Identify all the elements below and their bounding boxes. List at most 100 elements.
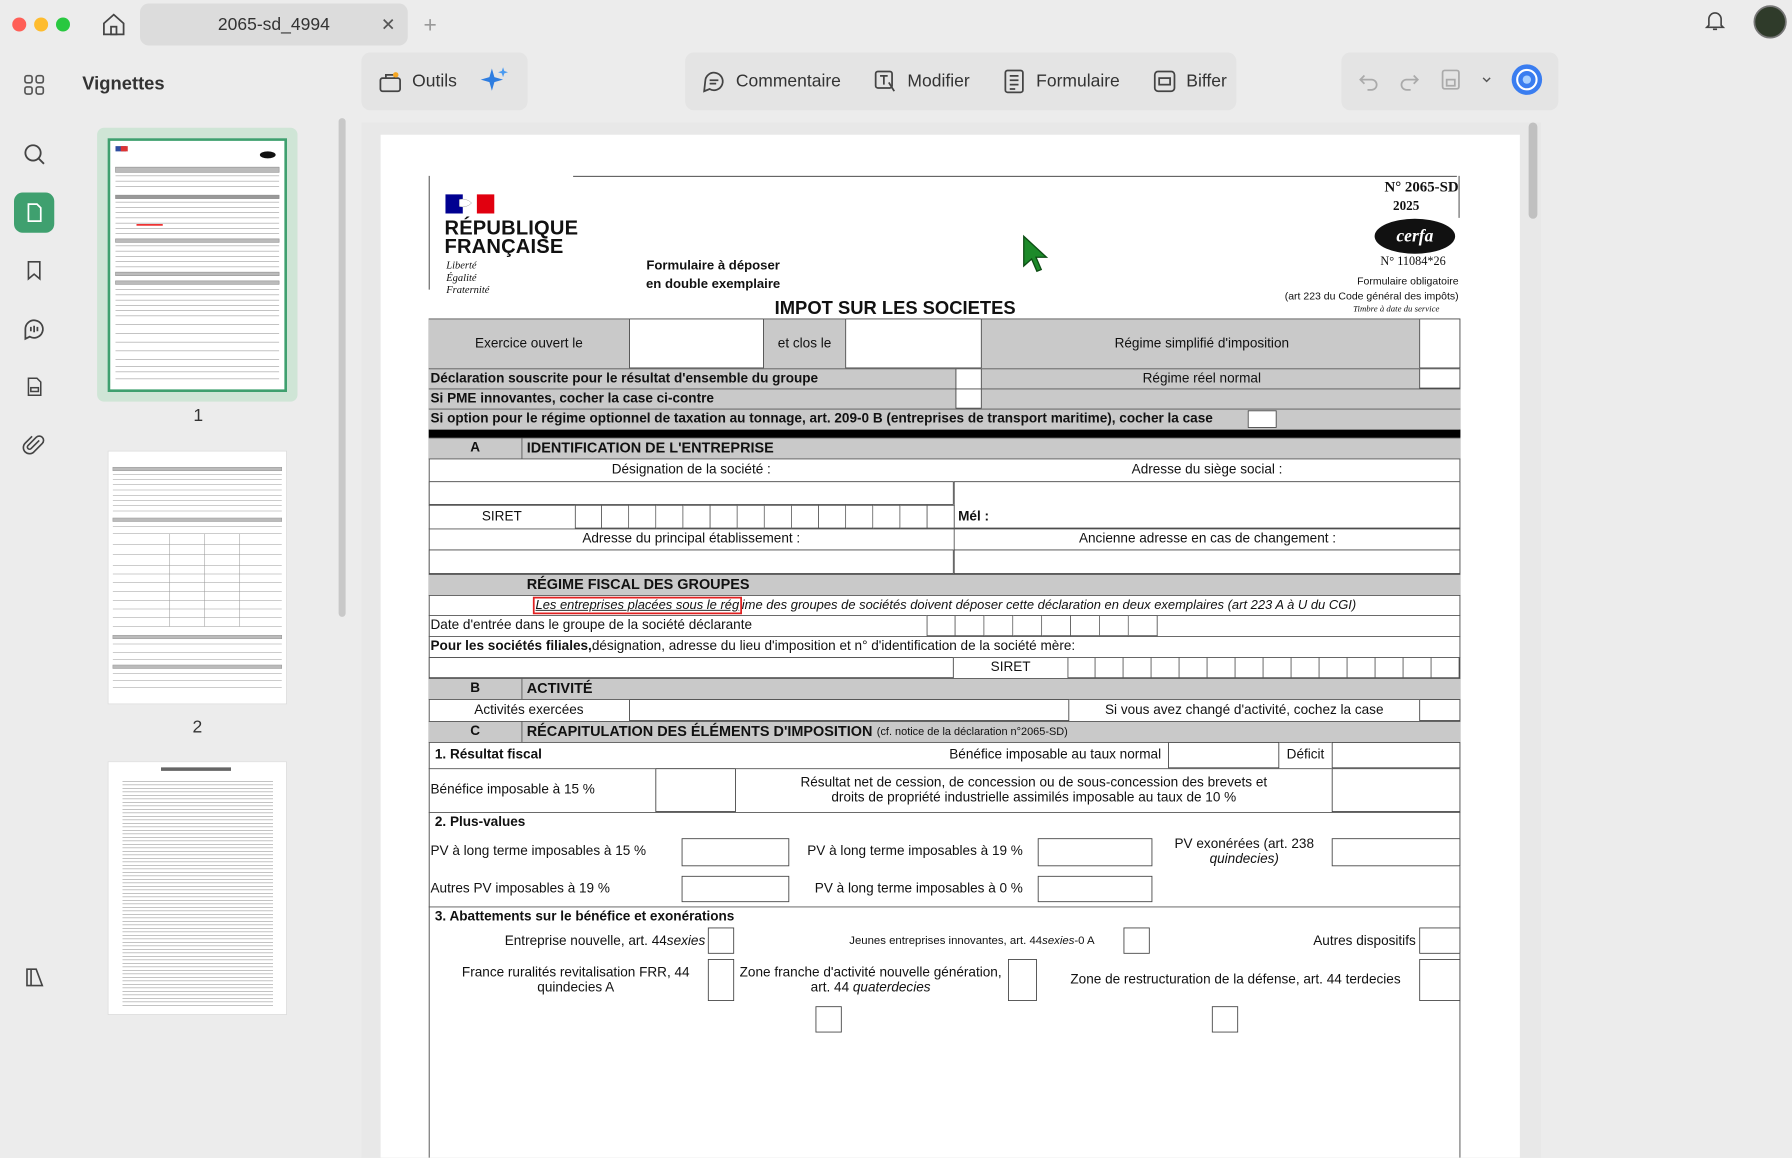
next-checkbox-1[interactable] xyxy=(815,1006,842,1033)
digit-box[interactable] xyxy=(656,504,684,529)
designation-field[interactable] xyxy=(428,481,954,505)
outils-button[interactable]: Outils xyxy=(361,68,472,94)
pv19-field[interactable] xyxy=(1037,838,1153,867)
digit-box[interactable] xyxy=(900,504,928,529)
zfang-checkbox[interactable] xyxy=(1008,959,1037,1001)
page-thumbnail-1[interactable] xyxy=(107,138,287,392)
digit-box[interactable] xyxy=(846,504,874,529)
ancienne-adresse-field[interactable] xyxy=(953,549,1461,574)
digit-box[interactable] xyxy=(710,504,738,529)
notification-bell-icon[interactable] xyxy=(1703,7,1728,38)
bookmark-icon[interactable] xyxy=(14,250,54,290)
zoom-window-button[interactable] xyxy=(56,17,70,32)
principal-field[interactable] xyxy=(428,549,954,574)
close-tab-icon[interactable]: ✕ xyxy=(381,14,396,36)
sidebar-toggle-icon[interactable] xyxy=(14,957,54,997)
new-tab-button[interactable]: + xyxy=(424,11,437,38)
digit-box[interactable] xyxy=(1235,657,1264,679)
minimize-window-button[interactable] xyxy=(34,17,49,32)
digit-box[interactable] xyxy=(1151,657,1180,679)
digit-box[interactable] xyxy=(1013,615,1043,637)
avatar[interactable] xyxy=(1753,5,1787,39)
benefice15-field[interactable] xyxy=(655,768,736,812)
chevron-down-icon[interactable] xyxy=(1479,72,1493,90)
digit-box[interactable] xyxy=(683,504,711,529)
digit-box[interactable] xyxy=(1207,657,1236,679)
next-checkbox-2[interactable] xyxy=(1211,1006,1239,1033)
digit-box[interactable] xyxy=(1403,657,1432,679)
close-window-button[interactable] xyxy=(12,17,27,32)
pme-checkbox[interactable] xyxy=(955,388,982,409)
digit-box[interactable] xyxy=(1095,657,1124,679)
regime-simplifie-checkbox[interactable] xyxy=(1419,318,1461,369)
ai-sparkle-icon[interactable] xyxy=(473,64,517,98)
cession-field[interactable] xyxy=(1331,768,1461,812)
digit-box[interactable] xyxy=(927,504,955,529)
home-icon[interactable] xyxy=(96,7,131,42)
digit-box[interactable] xyxy=(1071,615,1100,637)
comments-icon[interactable] xyxy=(14,309,54,349)
clos-le-field[interactable] xyxy=(845,318,982,369)
digit-box[interactable] xyxy=(1128,615,1158,637)
digit-box[interactable] xyxy=(1263,657,1292,679)
adresse-siege-field[interactable] xyxy=(953,481,1461,529)
digit-box[interactable] xyxy=(1123,657,1152,679)
digit-box[interactable] xyxy=(819,504,847,529)
digit-box[interactable] xyxy=(873,504,901,529)
form-fields-icon[interactable] xyxy=(14,367,54,407)
document-tab[interactable]: 2065-sd_4994 ✕ xyxy=(140,3,408,46)
zrd-field[interactable] xyxy=(1419,959,1461,1001)
digit-box[interactable] xyxy=(629,504,657,529)
digit-box[interactable] xyxy=(791,504,819,529)
regime-reel-checkbox[interactable] xyxy=(1419,368,1461,389)
digit-box[interactable] xyxy=(737,504,765,529)
highlighted-text-annotation[interactable]: Les entreprises placées sous le rég xyxy=(532,596,742,614)
pv15-field[interactable] xyxy=(681,838,790,867)
benefice-normal-field[interactable] xyxy=(1168,742,1280,769)
pv-exonerees-field[interactable] xyxy=(1331,838,1461,867)
digit-box[interactable] xyxy=(602,504,630,529)
changement-activite-checkbox[interactable] xyxy=(1419,699,1461,721)
digit-box[interactable] xyxy=(1291,657,1320,679)
digit-box[interactable] xyxy=(955,615,985,637)
page-thumbnail-3[interactable] xyxy=(107,761,287,1015)
exercice-ouvert-field[interactable] xyxy=(629,318,764,369)
digit-box[interactable] xyxy=(1067,657,1096,679)
digit-box[interactable] xyxy=(764,504,792,529)
digit-box[interactable] xyxy=(1375,657,1404,679)
digit-box[interactable] xyxy=(1042,615,1071,637)
grid-view-icon[interactable] xyxy=(14,65,54,105)
digit-box[interactable] xyxy=(574,504,602,529)
jei-checkbox[interactable] xyxy=(1123,927,1150,954)
frr-checkbox[interactable] xyxy=(707,959,735,1001)
thumbnails-scrollbar[interactable] xyxy=(338,118,346,617)
viewer-scrollbar[interactable] xyxy=(1528,122,1538,219)
redo-icon[interactable] xyxy=(1398,67,1423,96)
search-icon[interactable] xyxy=(14,134,54,174)
formulaire-button[interactable]: Formulaire xyxy=(985,68,1135,94)
thumbnails-icon[interactable] xyxy=(14,192,55,233)
modifier-button[interactable]: Modifier xyxy=(857,68,986,94)
page-thumbnail-2[interactable] xyxy=(107,450,287,705)
digit-box[interactable] xyxy=(1431,657,1460,679)
tonnage-checkbox[interactable] xyxy=(1247,410,1277,428)
digit-box[interactable] xyxy=(926,615,956,637)
deficit-field[interactable] xyxy=(1331,742,1461,769)
save-icon[interactable] xyxy=(1438,66,1463,97)
digit-box[interactable] xyxy=(1099,615,1129,637)
filiales-field[interactable] xyxy=(428,657,954,679)
digit-box[interactable] xyxy=(984,615,1014,637)
pv0-field[interactable] xyxy=(1037,875,1153,903)
autres-pv-field[interactable] xyxy=(681,875,790,903)
entreprise-nouvelle-checkbox[interactable] xyxy=(707,927,735,954)
digit-box[interactable] xyxy=(1319,657,1348,679)
biffer-button[interactable]: Biffer xyxy=(1136,68,1243,94)
attachment-icon[interactable] xyxy=(14,424,54,464)
autres-dispositifs-field[interactable] xyxy=(1419,927,1461,954)
activites-field[interactable] xyxy=(629,699,1070,721)
document-viewer[interactable]: RÉPUBLIQUE FRANÇAISE Liberté Égalité Fra… xyxy=(361,122,1541,1158)
digit-box[interactable] xyxy=(1179,657,1208,679)
commentaire-button[interactable]: Commentaire xyxy=(685,68,857,94)
undo-icon[interactable] xyxy=(1357,67,1382,96)
ai-assistant-icon[interactable] xyxy=(1510,63,1543,101)
